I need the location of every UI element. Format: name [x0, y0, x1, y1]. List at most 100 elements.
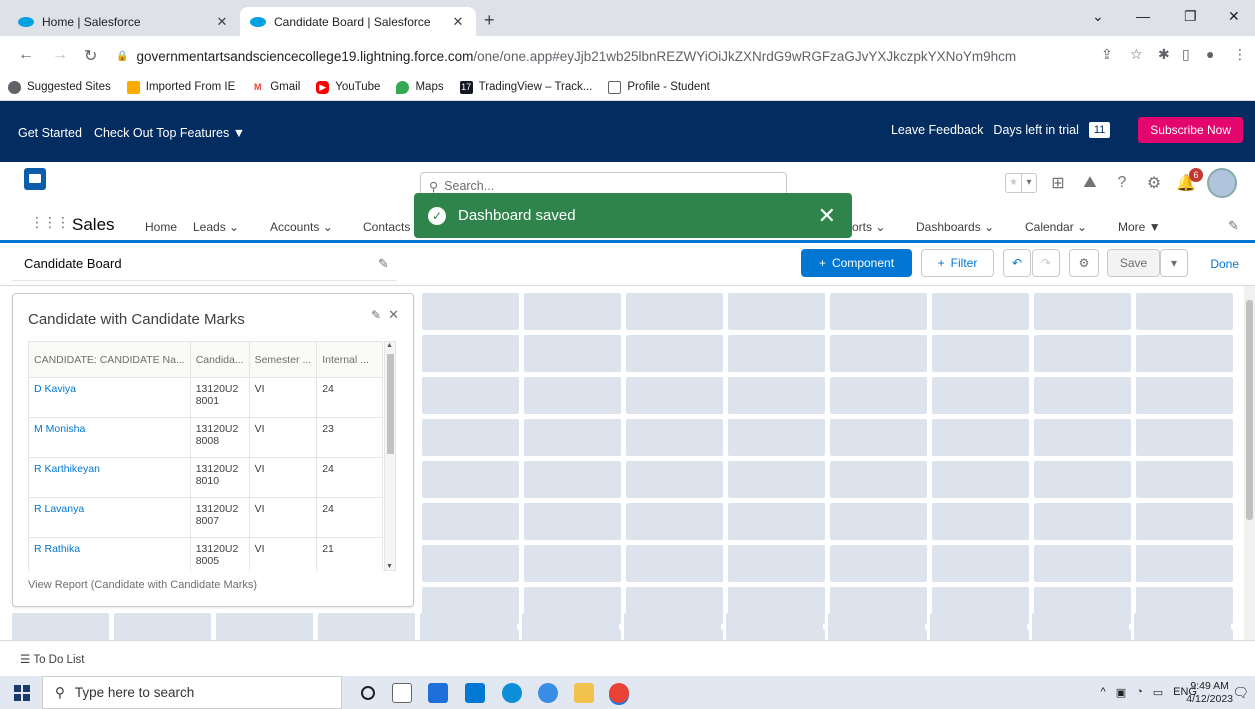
bookmark-imported-from-ie[interactable]: Imported From IE [126, 80, 235, 94]
table-scrollbar[interactable]: ▲ ▼ [384, 341, 396, 571]
add-component-button[interactable]: + Component [801, 249, 912, 277]
column-header[interactable]: Candida... [189, 341, 250, 378]
bookmark-gmail[interactable]: M Gmail [251, 80, 300, 94]
nav-item-reports[interactable]: orts ⌄ [852, 220, 885, 234]
view-report-link[interactable]: View Report (Candidate with Candidate Ma… [28, 579, 257, 591]
app-launcher-icon[interactable]: ⋮⋮⋮ [30, 214, 70, 231]
share-icon[interactable]: ⇪ [1101, 46, 1113, 63]
wifi-icon[interactable]: ◔ [1136, 686, 1143, 699]
properties-gear-icon[interactable]: ⚙ [1069, 249, 1099, 277]
url-field[interactable]: 🔒 governmentartsandsciencecollege19.ligh… [116, 44, 1016, 68]
chevron-down-icon[interactable]: ⌄ [323, 220, 333, 234]
copilot-icon[interactable] [538, 683, 558, 703]
edge-icon[interactable] [502, 683, 522, 703]
nav-item-more[interactable]: More ▼ [1118, 220, 1161, 234]
bookmark-suggested-sites[interactable]: Suggested Sites [8, 80, 111, 94]
meet-now-icon[interactable]: ▣ [1116, 686, 1126, 699]
close-toast-icon[interactable]: ✕ [818, 203, 836, 229]
bookmark-youtube[interactable]: ▶ YouTube [316, 80, 380, 94]
nav-item-dashboards[interactable]: Dashboards ⌄ [906, 206, 1005, 243]
restore-icon[interactable]: ❐ [1184, 8, 1197, 25]
column-header[interactable]: Internal ... [316, 341, 383, 378]
dashboard-name-field[interactable]: Candidate Board [24, 256, 122, 271]
back-icon[interactable]: ← [18, 46, 34, 64]
taskbar-search-input[interactable]: ⚲ Type here to search [42, 676, 342, 709]
page-scrollbar[interactable] [1244, 286, 1255, 640]
column-header[interactable]: Semester ... [248, 341, 318, 378]
new-tab-button[interactable]: + [484, 10, 495, 31]
notifications-bell-icon[interactable]: 🔔 6 [1175, 168, 1203, 194]
scroll-up-arrow-icon[interactable]: ▲ [386, 342, 393, 349]
close-tab-icon[interactable]: ✕ [214, 14, 230, 30]
favorites-combo[interactable]: ★ ▾ [1005, 173, 1037, 193]
nav-item-home[interactable]: Home [145, 220, 177, 234]
nav-item-leads[interactable]: Leads ⌄ [193, 220, 239, 234]
trailhead-icon[interactable]: ⛰ [1079, 172, 1101, 194]
global-actions-plus-icon[interactable]: ⊞ [1047, 172, 1069, 194]
chevron-down-icon[interactable]: ⌄ [984, 220, 994, 234]
candidate-name-link[interactable]: M Monisha [28, 417, 191, 458]
edit-name-pencil-icon[interactable]: ✎ [378, 256, 389, 272]
edit-nav-pencil-icon[interactable]: ✎ [1228, 218, 1239, 234]
nav-item-contacts[interactable]: Contacts [363, 220, 410, 234]
save-button[interactable]: Save [1107, 249, 1160, 277]
candidate-name-link[interactable]: R Rathika [28, 537, 191, 571]
menu-icon[interactable]: ⋮ [1233, 46, 1247, 63]
windows-start-icon[interactable] [14, 685, 30, 701]
app-logo-icon[interactable] [24, 168, 46, 190]
star-icon[interactable]: ★ [1006, 174, 1021, 192]
bookmark-star-icon[interactable]: ☆ [1130, 46, 1143, 63]
taskbar-clock[interactable]: 9:49 AM 4/12/2023 [1186, 680, 1233, 706]
user-avatar[interactable] [1207, 168, 1237, 198]
add-filter-button[interactable]: + Filter [921, 249, 994, 277]
file-explorer-icon[interactable] [574, 683, 594, 703]
candidate-name-link[interactable]: R Lavanya [28, 497, 191, 538]
get-started-link[interactable]: Get Started [18, 126, 82, 140]
battery-icon[interactable]: ▭ [1153, 686, 1163, 699]
favorites-dropdown-icon[interactable]: ▾ [1021, 174, 1036, 192]
caret-down-icon[interactable]: ▼ [1149, 220, 1161, 234]
candidate-name-link[interactable]: R Karthikeyan [28, 457, 191, 498]
browser-tab-candidate-board[interactable]: Candidate Board | Salesforce ✕ [240, 7, 476, 36]
side-panel-icon[interactable]: ▯ [1182, 46, 1190, 63]
mail-icon[interactable] [465, 683, 485, 703]
chevron-down-icon[interactable]: ⌄ [875, 220, 885, 234]
chevron-up-icon[interactable]: ^ [1101, 686, 1106, 699]
redo-icon[interactable]: ↷ [1032, 249, 1060, 277]
save-menu-dropdown-icon[interactable]: ▾ [1160, 249, 1188, 277]
browser-tab-home[interactable]: Home | Salesforce ✕ [8, 7, 240, 36]
profile-icon[interactable]: ● [1206, 46, 1214, 62]
cortana-icon[interactable] [361, 686, 375, 700]
chrome-icon[interactable] [609, 683, 629, 703]
todo-list-button[interactable]: ☰ To Do List [20, 652, 84, 666]
undo-icon[interactable]: ↶ [1003, 249, 1031, 277]
tab-search-icon[interactable]: ⌄ [1092, 8, 1104, 25]
done-button[interactable]: Done [1210, 257, 1239, 271]
column-header[interactable]: CANDIDATE: CANDIDATE Na... [28, 341, 191, 378]
leave-feedback-link[interactable]: Leave Feedback [891, 123, 983, 137]
forward-icon[interactable]: → [52, 46, 68, 64]
close-tab-icon[interactable]: ✕ [450, 14, 466, 30]
candidate-name-link[interactable]: D Kaviya [28, 377, 191, 418]
store-icon[interactable] [428, 683, 448, 703]
nav-item-calendar[interactable]: Calendar ⌄ [1025, 220, 1087, 234]
check-out-top-features-menu[interactable]: Check Out Top Features ▼ [94, 126, 245, 140]
edit-component-pencil-icon[interactable]: ✎ [371, 308, 381, 322]
nav-item-accounts[interactable]: Accounts ⌄ [270, 220, 333, 234]
subscribe-now-button[interactable]: Subscribe Now [1138, 117, 1243, 143]
help-question-icon[interactable]: ? [1111, 172, 1133, 194]
setup-gear-icon[interactable]: ⚙ [1143, 172, 1165, 194]
chevron-down-icon[interactable]: ⌄ [229, 220, 239, 234]
remove-component-close-icon[interactable]: ✕ [388, 307, 399, 323]
notification-center-icon[interactable]: 🗨 [1232, 685, 1249, 701]
scrollbar-thumb[interactable] [1246, 300, 1253, 520]
reload-icon[interactable]: ↻ [84, 46, 97, 66]
task-view-icon[interactable] [392, 683, 412, 703]
close-window-icon[interactable]: ✕ [1228, 8, 1240, 25]
bookmark-tradingview[interactable]: 17 TradingView – Track... [459, 80, 592, 94]
table-scroll-thumb[interactable] [387, 354, 394, 454]
bookmark-maps[interactable]: Maps [396, 80, 444, 94]
scroll-down-arrow-icon[interactable]: ▼ [386, 563, 393, 570]
extensions-icon[interactable]: ✱ [1158, 46, 1170, 63]
bookmark-profile-student[interactable]: Profile - Student [608, 80, 710, 94]
